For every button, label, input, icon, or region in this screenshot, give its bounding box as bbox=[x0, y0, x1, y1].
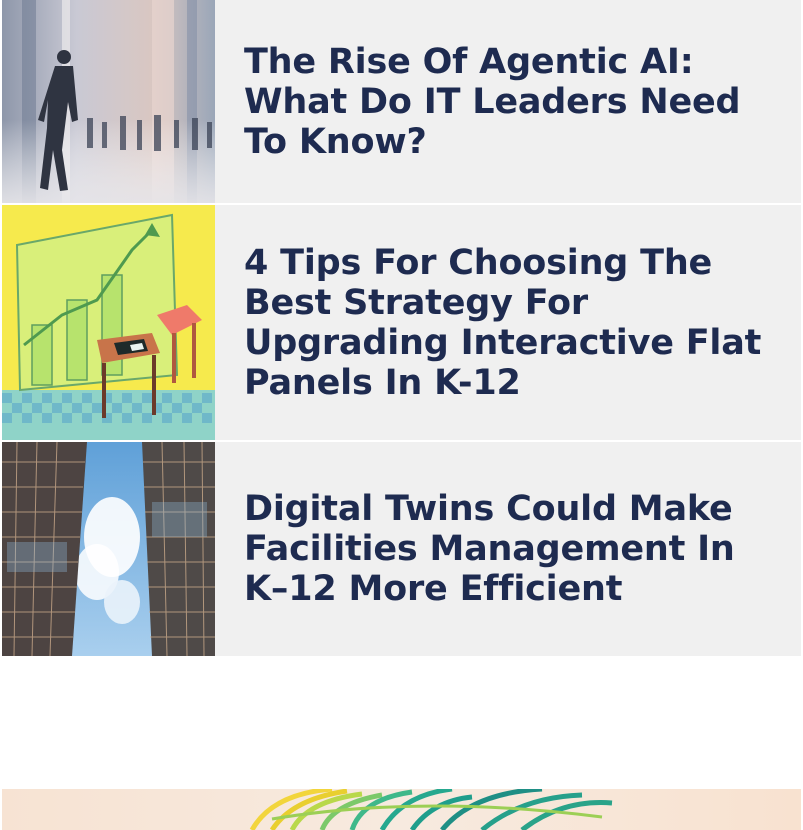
skyscrapers-looking-up-image bbox=[2, 442, 215, 656]
businessman-walking-crowd-image bbox=[2, 0, 215, 203]
article-thumbnail-skyscrapers[interactable] bbox=[2, 442, 215, 656]
article-title[interactable]: 4 Tips For Choosing The Best Strategy Fo… bbox=[215, 243, 801, 403]
article-card-interactive-flat-panels[interactable]: 4 Tips For Choosing The Best Strategy Fo… bbox=[2, 205, 801, 440]
colorful-globe-graphic bbox=[249, 789, 613, 830]
article-card-digital-twins[interactable]: Digital Twins Could Make Facilities Mana… bbox=[2, 442, 801, 656]
promo-banner[interactable] bbox=[2, 789, 801, 830]
article-card-agentic-ai[interactable]: The Rise Of Agentic AI: What Do IT Leade… bbox=[2, 0, 801, 203]
growth-chart-and-chair-illustration bbox=[2, 205, 215, 440]
article-thumbnail-growth-chart[interactable] bbox=[2, 205, 215, 440]
article-title[interactable]: The Rise Of Agentic AI: What Do IT Leade… bbox=[215, 42, 801, 162]
related-articles-list: The Rise Of Agentic AI: What Do IT Leade… bbox=[2, 0, 801, 656]
article-title[interactable]: Digital Twins Could Make Facilities Mana… bbox=[215, 489, 801, 609]
article-thumbnail-businessman[interactable] bbox=[2, 0, 215, 203]
